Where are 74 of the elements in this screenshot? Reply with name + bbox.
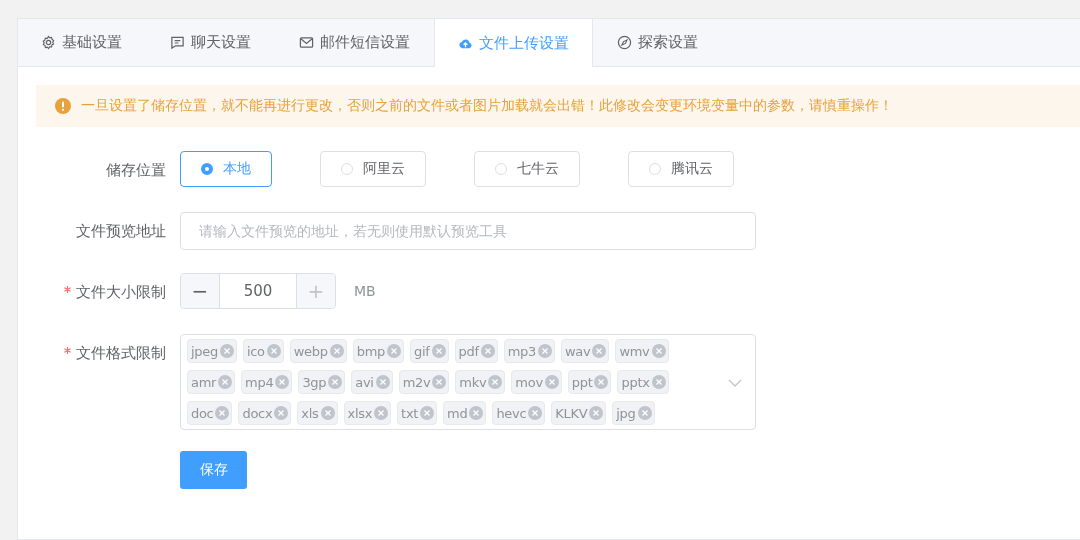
tag: md [443,401,487,425]
chevron-down-icon [728,379,742,387]
close-icon[interactable] [544,375,559,389]
tag: txt [397,401,438,425]
tag: m2v [398,370,450,394]
field-label: 储存位置 [106,160,166,180]
close-icon[interactable] [420,406,435,420]
radio-option[interactable]: 腾讯云 [628,151,734,187]
close-icon[interactable] [274,406,289,420]
close-icon[interactable] [386,344,401,358]
unit-label: MB [354,283,376,299]
tab[interactable]: 探索设置 [593,19,722,66]
tag: mov [511,370,562,394]
close-icon[interactable] [528,406,543,420]
tag: 3gp [298,370,346,394]
radio-option[interactable]: 七牛云 [474,151,580,187]
tag: ppt [567,370,612,394]
field-label: 文件预览地址 [76,221,166,241]
close-icon[interactable] [431,344,446,358]
close-icon[interactable] [637,406,652,420]
close-icon[interactable] [592,344,607,358]
close-icon[interactable] [218,375,233,389]
close-icon[interactable] [469,406,484,420]
close-icon[interactable] [651,375,666,389]
tag: mkv [455,370,506,394]
close-icon[interactable] [651,344,666,358]
close-icon[interactable] [480,344,495,358]
field-label: 文件大小限制 [76,282,166,302]
close-icon[interactable] [329,344,344,358]
radio-option[interactable]: 阿里云 [320,151,426,187]
gear-icon [41,35,56,50]
close-icon[interactable] [320,406,335,420]
close-icon[interactable] [328,375,343,389]
field-label: 文件格式限制 [76,343,166,363]
close-icon[interactable] [374,406,389,420]
tag: pptx [617,370,669,394]
close-icon[interactable] [215,406,230,420]
close-icon[interactable] [432,375,447,389]
close-icon[interactable] [219,344,234,358]
tag: hevc [492,401,546,425]
mail-icon [299,35,314,50]
tag: gif [409,339,449,363]
tag: jpg [612,401,655,425]
input-field[interactable]: 请输入文件预览的地址，若无则使用默认预览工具 [180,212,756,250]
alert-message: 一旦设置了储存位置，就不能再进行更改，否则之前的文件或者图片加载就会出错！此修改会变更环境变量中的参数，请慎重操作！ [81,97,893,115]
tag: amr [187,370,236,394]
tag: avi [351,370,393,394]
tab[interactable]: 邮件短信设置 [275,19,434,66]
close-icon[interactable] [275,375,290,389]
close-icon[interactable] [266,344,281,358]
tag: wmv [615,339,669,363]
tag: xlsx [343,401,392,425]
tab[interactable]: 基础设置 [18,19,146,66]
close-icon[interactable] [538,344,552,358]
close-icon[interactable] [594,375,609,389]
tag: jpeg [187,339,237,363]
tag: doc [187,401,233,425]
tag: bmp [352,339,404,363]
tag: ico [242,339,284,363]
tag: docx [238,401,292,425]
tag: wav [561,339,610,363]
tag: xls [297,401,338,425]
tag: webp [289,339,347,363]
warning-icon [55,98,71,114]
tab[interactable]: 聊天设置 [146,19,275,66]
close-icon[interactable] [589,406,604,420]
tag: pdf [454,339,498,363]
tag: KLKV [551,401,607,425]
tag: mp4 [241,370,293,394]
close-icon[interactable] [488,375,503,389]
tag: mp3 [503,339,555,363]
chat-icon [170,35,185,50]
compass-icon [617,35,632,50]
close-icon[interactable] [375,375,390,389]
